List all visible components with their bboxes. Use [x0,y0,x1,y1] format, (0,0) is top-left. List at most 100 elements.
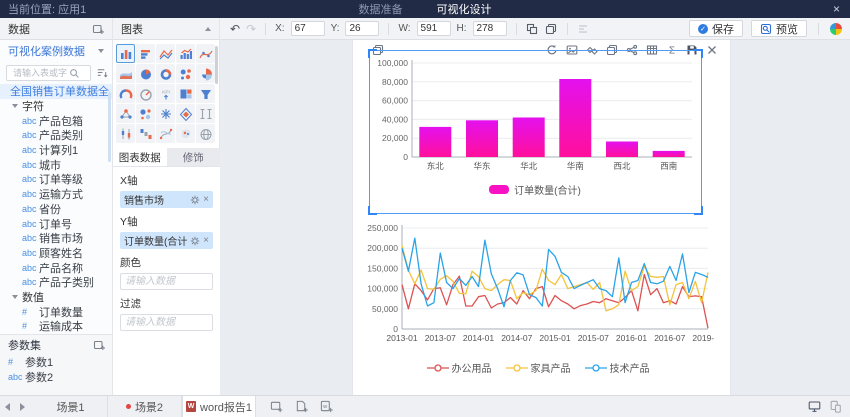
chart-grid-scrollbar[interactable] [215,46,218,84]
chart-type-dial-gauge-icon[interactable] [136,84,155,103]
chart-type-area-chart-icon[interactable] [116,64,135,83]
layer-icon[interactable] [526,22,539,35]
search-box[interactable] [6,65,91,81]
chart-panel-header: 图表 [113,18,220,40]
field-item[interactable]: abc产品包箱 [0,113,112,128]
bar-chart-widget[interactable]: 020,00040,00060,00080,000100,000东北华东华北华南… [372,57,698,197]
param-item[interactable]: abc参数2 [0,370,113,385]
y-input[interactable] [345,21,379,36]
chart-type-snowflake-icon[interactable] [156,104,175,123]
chart-type-radar-chart-icon[interactable] [176,104,195,123]
chart-type-kpi-card-icon[interactable]: KPI [156,84,175,103]
remove-field-icon[interactable]: × [203,235,209,246]
prev-scene-icon[interactable] [5,403,10,411]
desktop-view-icon[interactable] [808,400,821,413]
tab-data-prep[interactable]: 数据准备 [359,1,403,17]
chart-type-combo-chart-icon[interactable] [176,44,195,63]
x-input[interactable] [291,21,325,36]
scene-tab-场景2[interactable]: 场景2 [108,396,182,417]
bottom-bar-icons: w [270,400,333,413]
chart-type-line-chart-icon[interactable] [156,44,175,63]
chart-type-waterfall-icon[interactable] [136,124,155,143]
field-item[interactable]: abc省份 [0,202,112,217]
y-axis-field-pill[interactable]: 订单数量(合计) × [120,232,213,249]
save-button[interactable]: ✓ 保存 [689,20,743,37]
x-axis-field-pill[interactable]: 销售市场 × [120,191,213,208]
field-item[interactable]: abc销售市场 [0,231,112,246]
filter-field-input[interactable] [120,314,213,331]
chart-type-flow-map-icon[interactable] [156,124,175,143]
undo-icon[interactable]: ↶ [230,23,240,35]
tab-decorate[interactable]: 修饰 [167,148,221,166]
remove-field-icon[interactable]: × [203,194,209,205]
tree-group-string[interactable]: 字符 [0,99,112,114]
field-item[interactable]: #运输成本 [0,319,112,334]
field-item[interactable]: abc城市 [0,157,112,172]
add-table-icon[interactable] [91,22,104,35]
selected-widget-frame[interactable]: 020,00040,00060,00080,000100,000东北华东华北华南… [369,50,702,214]
field-item[interactable]: abc顾客姓名 [0,246,112,261]
field-item[interactable]: abc订单等级 [0,172,112,187]
chart-type-arc-gauge-icon[interactable] [116,84,135,103]
tab-vis-design[interactable]: 可视化设计 [437,1,492,17]
preview-button[interactable]: 预览 [751,20,807,37]
chart-type-treemap-icon[interactable] [176,84,195,103]
scene-tab-word报告1[interactable]: Wword报告1 [182,396,256,417]
chart-type-rose-chart-icon[interactable] [196,64,215,83]
add-param-icon[interactable] [92,339,105,352]
theme-wheel-icon[interactable] [830,23,842,35]
close-icon[interactable] [705,43,718,56]
chart-type-globe-map-icon[interactable] [196,124,215,143]
copy-format-icon[interactable] [545,22,558,35]
legend-item[interactable]: 技术产品 [585,360,650,375]
dataset-select[interactable]: 可视化案例数据 [0,40,112,62]
chart-type-donut-chart-icon[interactable] [156,64,175,83]
legend-item[interactable]: 家具产品 [506,360,571,375]
chart-type-candlestick-icon[interactable] [116,124,135,143]
chart-type-scatter-pie-icon[interactable] [176,64,195,83]
legend-item[interactable]: 办公用品 [427,360,492,375]
chart-type-box-plot-icon[interactable] [196,104,215,123]
tree-group-number[interactable]: 数值 [0,290,112,305]
chart-type-bubble-chart-icon[interactable] [136,104,155,123]
field-item[interactable]: abc产品名称 [0,260,112,275]
legend-item[interactable]: 订单数量(合计) [489,182,581,197]
field-item[interactable]: abc计算列1 [0,143,112,158]
new-word-report-button[interactable]: w [320,400,333,413]
chart-type-relation-graph-icon[interactable] [116,104,135,123]
chart-type-scatter-curve-icon[interactable] [196,44,215,63]
resize-handle[interactable] [694,206,703,215]
collapse-chevron-icon[interactable] [205,27,211,31]
resize-handle[interactable] [368,206,377,215]
chart-type-bar-chart-icon[interactable] [116,44,135,63]
sort-icon[interactable] [95,67,108,80]
redo-icon[interactable]: ↷ [246,23,256,35]
field-item[interactable]: abc运输方式 [0,187,112,202]
w-input[interactable] [417,21,451,36]
tab-chart-data[interactable]: 图表数据 [113,148,167,166]
chart-type-point-map-icon[interactable] [176,124,195,143]
search-input[interactable] [11,67,69,79]
design-canvas[interactable]: Σ 020,00040,00060,00080,000100,000东北华东华北… [220,40,850,395]
color-field-input[interactable] [120,273,213,290]
data-panel-scrollbar[interactable] [108,92,111,162]
svg-text:80,000: 80,000 [382,77,408,87]
next-scene-icon[interactable] [20,403,25,411]
field-item[interactable]: abc产品类别 [0,128,112,143]
mobile-view-icon[interactable] [829,400,842,413]
field-item[interactable]: #订单数量 [0,304,112,319]
tree-table-row[interactable]: 全国销售订单数据全... [0,84,112,99]
scene-tab-场景1[interactable]: 场景1 [34,396,108,417]
chart-type-funnel-icon[interactable] [196,84,215,103]
new-report-button[interactable] [295,400,308,413]
new-scene-button[interactable] [270,400,283,413]
param-item[interactable]: #参数1 [0,355,113,370]
chart-type-pie-chart-icon[interactable] [136,64,155,83]
h-input[interactable] [473,21,507,36]
canvas-sheet[interactable]: Σ 020,00040,00060,00080,000100,000东北华东华北… [352,40,731,395]
field-item[interactable]: abc订单号 [0,216,112,231]
line-chart-widget[interactable]: 050,000100,000150,000200,000250,0002013-… [358,223,718,375]
field-item[interactable]: abc产品子类别 [0,275,112,290]
chart-type-bar-horizontal-icon[interactable] [136,44,155,63]
close-icon[interactable]: × [833,2,840,16]
